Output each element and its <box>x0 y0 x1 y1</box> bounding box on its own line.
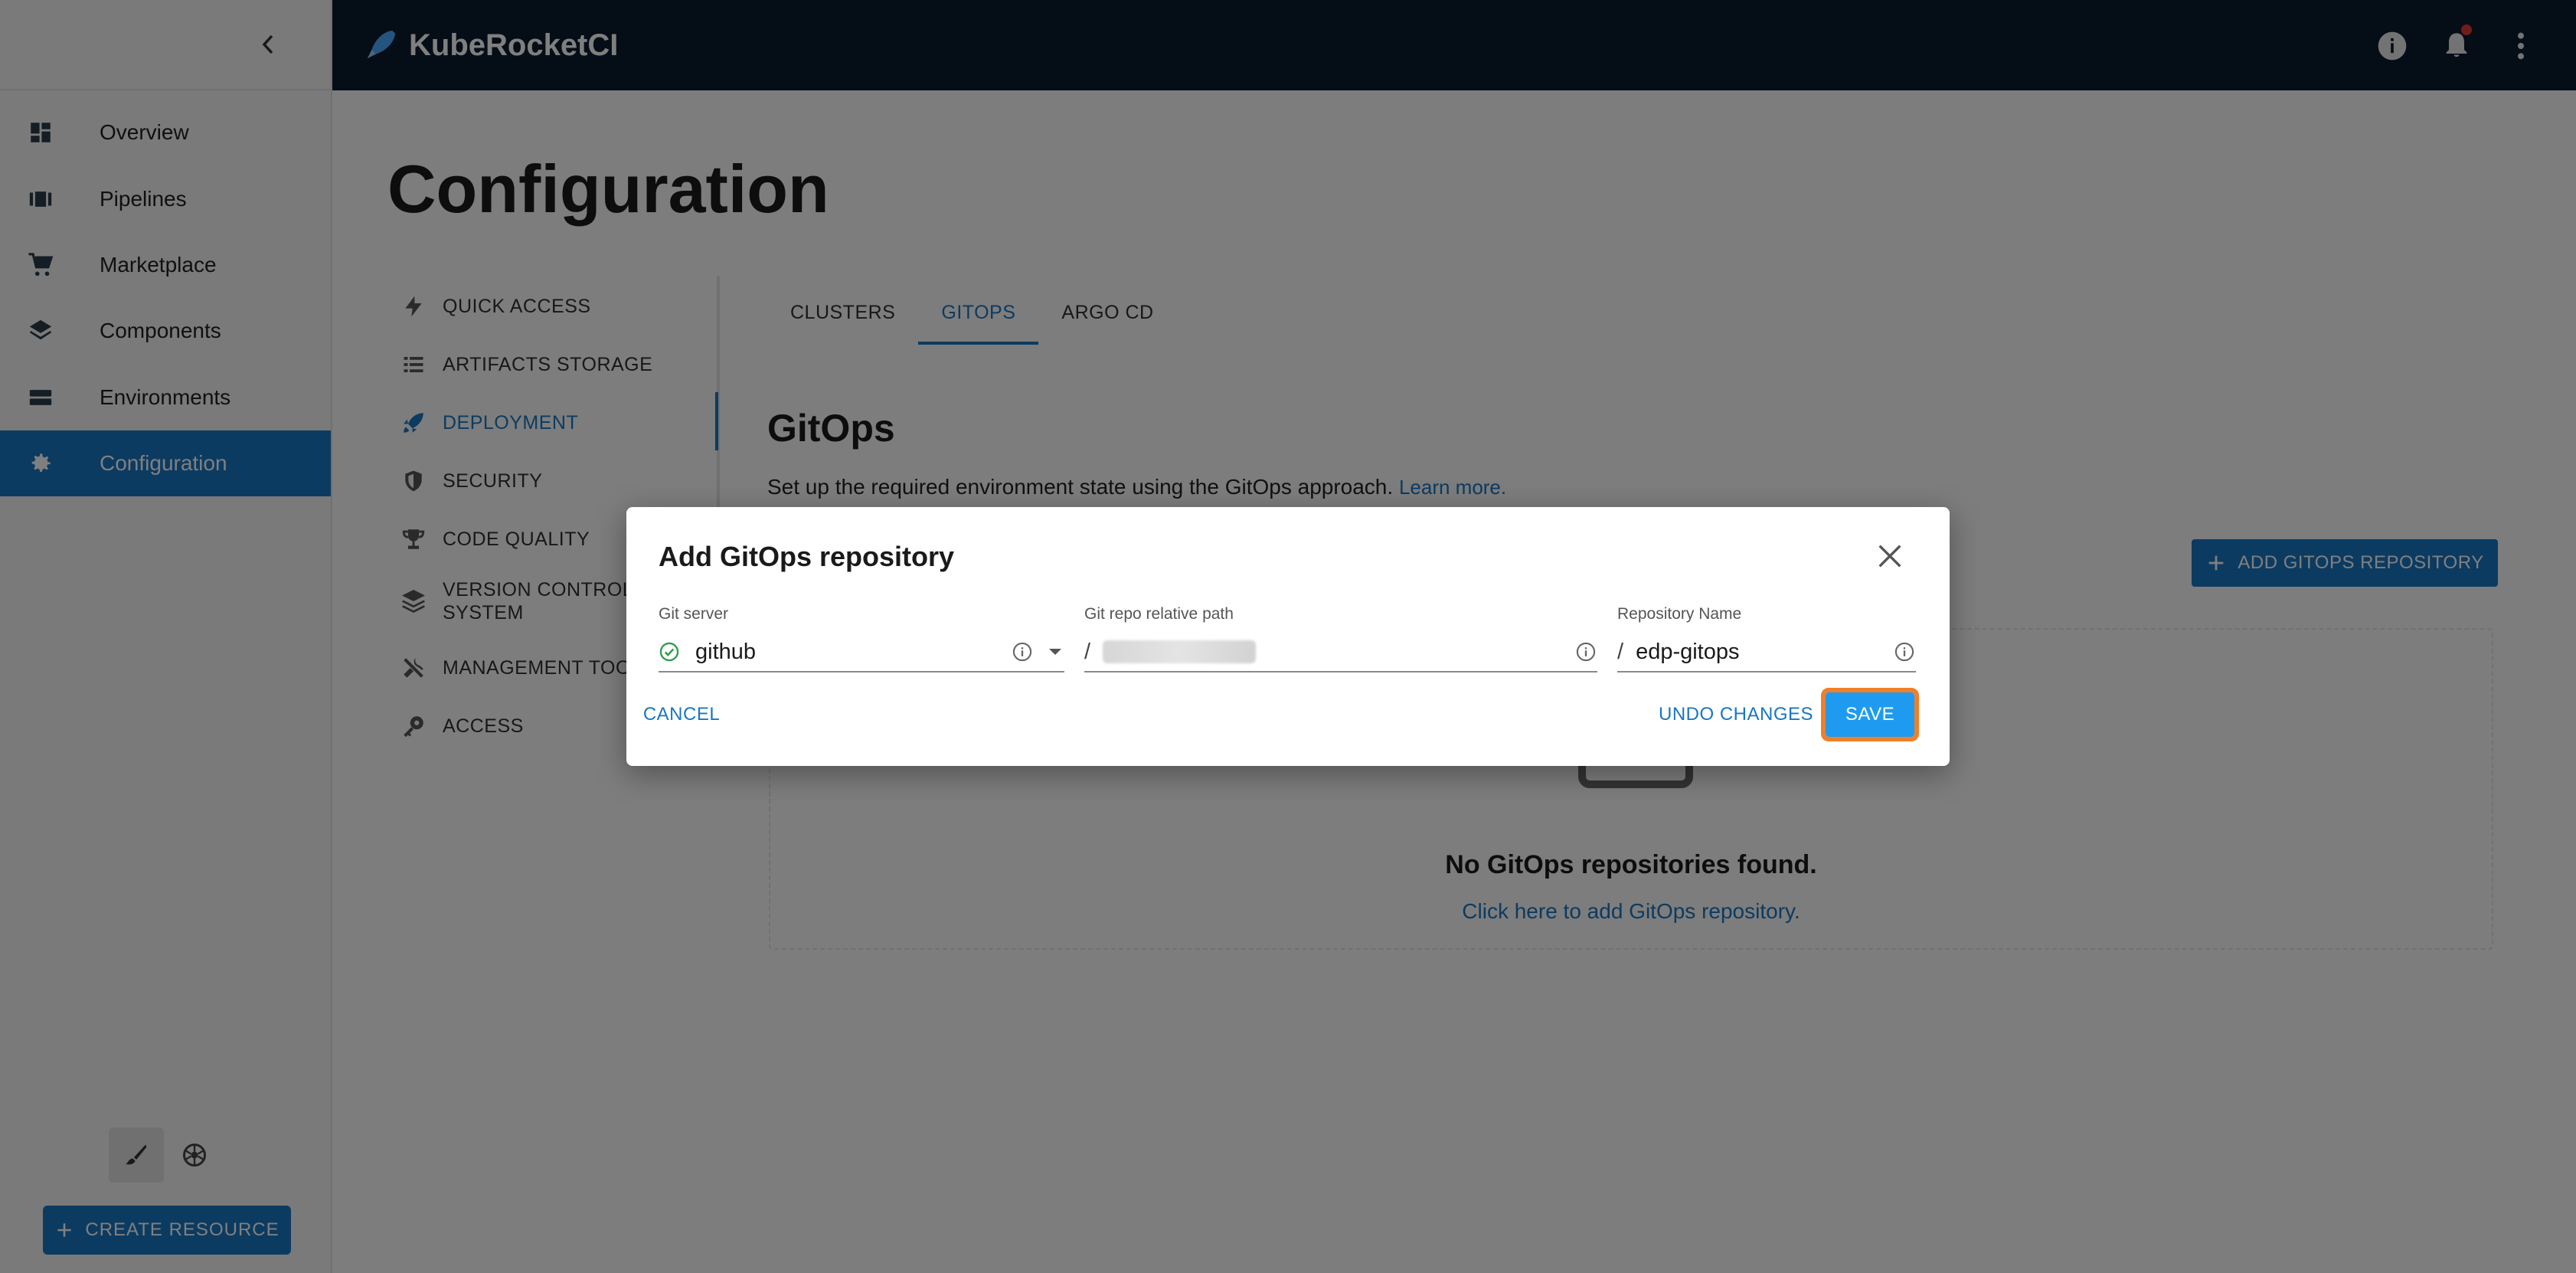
close-dialog-button[interactable] <box>1870 536 1910 576</box>
add-gitops-repository-dialog: Add GitOps repository Git server github … <box>626 507 1950 766</box>
repository-name-label: Repository Name <box>1617 605 1742 623</box>
dialog-title: Add GitOps repository <box>659 541 955 572</box>
info-icon[interactable] <box>1011 640 1034 663</box>
git-server-label: Git server <box>659 605 729 623</box>
dropdown-arrow-icon[interactable] <box>1046 647 1064 656</box>
info-icon[interactable] <box>1574 640 1597 663</box>
name-prefix: / <box>1617 639 1624 664</box>
git-repo-path-value-redacted <box>1103 640 1574 663</box>
save-button[interactable]: SAVE <box>1821 688 1919 741</box>
cancel-button[interactable]: CANCEL <box>643 692 720 737</box>
git-server-select[interactable]: github <box>659 633 1064 672</box>
close-icon <box>1878 545 1901 568</box>
repository-name-field: Repository Name / edp-gitops <box>1617 605 1916 672</box>
repository-name-input[interactable]: / edp-gitops <box>1617 633 1916 672</box>
repository-name-value: edp-gitops <box>1636 639 1740 664</box>
git-repo-path-field: Git repo relative path / <box>1084 605 1597 672</box>
git-server-field: Git server github <box>659 605 1064 672</box>
git-server-value: github <box>695 639 757 664</box>
git-repo-path-label: Git repo relative path <box>1084 605 1234 623</box>
undo-changes-button[interactable]: UNDO CHANGES <box>1659 692 1850 737</box>
git-repo-path-input[interactable]: / <box>1084 633 1597 672</box>
path-prefix: / <box>1084 639 1091 664</box>
info-icon[interactable] <box>1893 640 1916 663</box>
check-circle-icon <box>659 642 679 662</box>
